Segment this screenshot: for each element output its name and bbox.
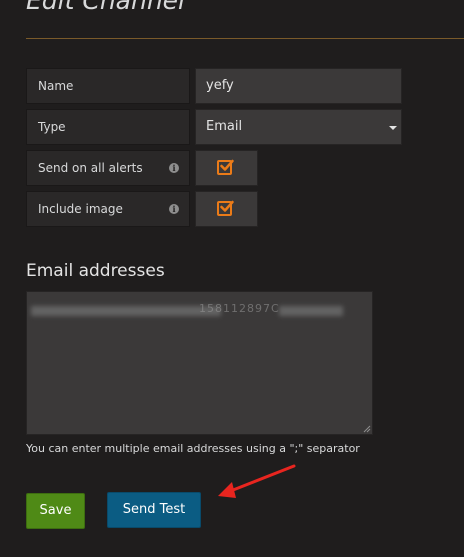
email-help-text: You can enter multiple email addresses u… [26,442,360,455]
include-image-label: Include image i [26,191,190,227]
send-all-alerts-text: Send on all alerts [38,161,143,175]
email-section-title: Email addresses [26,261,165,281]
check-icon [220,159,234,171]
info-icon[interactable]: i [169,163,179,173]
send-all-alerts-checkbox[interactable] [217,159,234,175]
type-label-text: Type [38,120,66,134]
name-input-value: yefy [206,78,234,93]
check-icon [220,200,234,212]
email-addresses-textarea[interactable]: 158112897C [26,291,373,435]
send-test-button[interactable]: Send Test [107,492,201,528]
include-image-checkbox-cell [195,191,258,227]
page-title: Edit Channel [26,0,185,15]
name-label: Name [26,68,190,104]
info-icon[interactable]: i [169,204,179,214]
redacted-email-blur-2 [279,306,343,316]
name-input[interactable]: yefy [195,68,402,104]
send-all-alerts-checkbox-cell [195,150,258,186]
caret-down-icon [389,126,397,130]
include-image-text: Include image [38,202,123,216]
type-label: Type [26,109,190,145]
send-all-alerts-label: Send on all alerts i [26,150,190,186]
name-label-text: Name [38,79,74,93]
save-button[interactable]: Save [26,493,85,529]
include-image-checkbox[interactable] [217,200,234,216]
partial-email-text: 158112897C [199,302,280,315]
type-select[interactable]: Email [195,109,402,145]
red-arrow-icon [218,464,296,498]
redacted-email-blur [31,306,221,316]
type-select-value: Email [206,119,243,134]
resize-grip-icon[interactable] [363,425,371,433]
title-divider [26,38,464,39]
edit-channel-page: Edit Channel Name yefy Type Email Send o… [0,0,464,557]
